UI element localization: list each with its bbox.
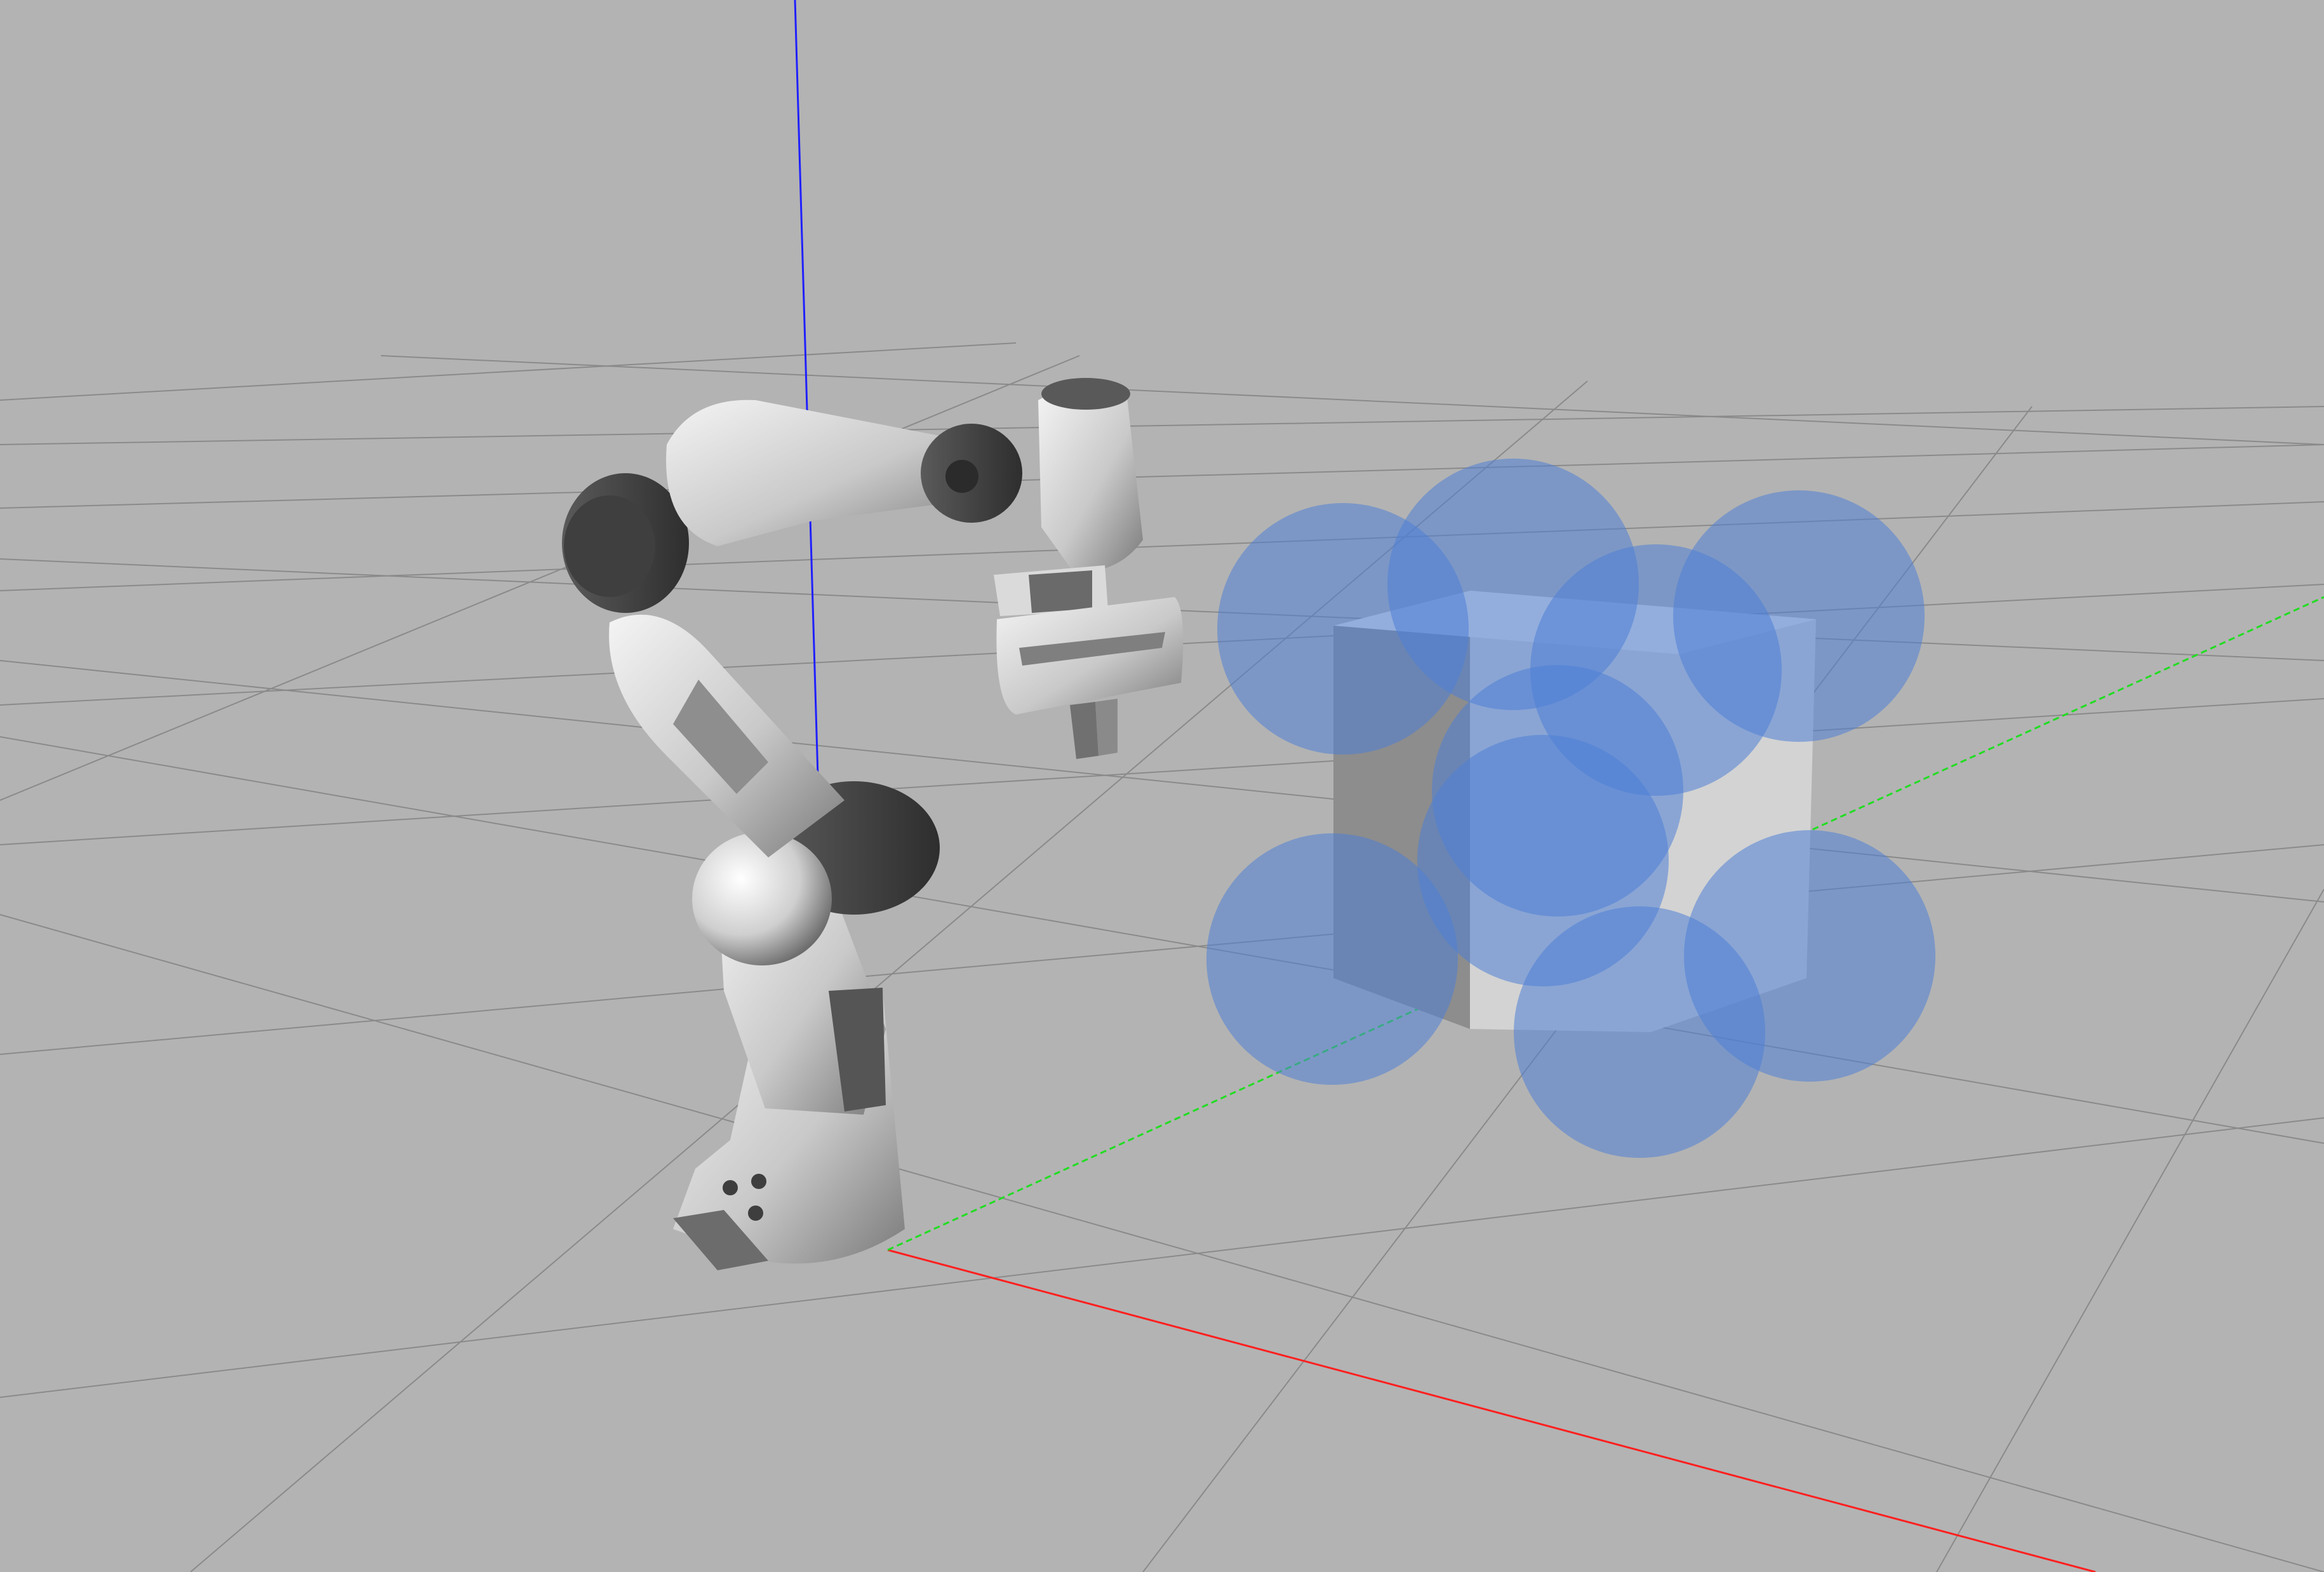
robot-joint-wrist-bolt <box>945 460 978 493</box>
connector-port <box>751 1174 766 1189</box>
grid-line <box>0 342 1017 401</box>
connector-port <box>723 1180 738 1195</box>
robot-joint-elbow-cap <box>692 832 832 965</box>
robot-arm[interactable] <box>562 378 1184 1270</box>
gripper-finger-left <box>1070 702 1099 759</box>
robot-joint-shoulder-cap <box>564 495 655 597</box>
grid-line <box>0 355 1080 801</box>
collision-spheres[interactable] <box>1206 459 1935 1158</box>
grid-line <box>1936 889 2324 1572</box>
grid-line <box>0 698 2324 845</box>
collision-sphere[interactable] <box>1206 833 1458 1085</box>
grid-line <box>0 660 2324 903</box>
collision-sphere[interactable] <box>1514 906 1765 1158</box>
grid-line <box>0 844 2324 1055</box>
floor-grid <box>0 342 2324 1572</box>
grid-line <box>0 406 2324 445</box>
robot-wrist-top <box>1041 378 1130 410</box>
scene-viewport[interactable] <box>0 0 2324 1572</box>
grid-line <box>380 355 2324 445</box>
gripper-finger-right <box>1095 699 1118 756</box>
robot-flange-camera <box>1029 570 1092 613</box>
x-axis-line <box>887 1249 2096 1572</box>
robot-link-wrist <box>1038 388 1143 572</box>
grid-line <box>0 736 2324 1144</box>
grid-line <box>0 914 2324 1572</box>
scene-canvas[interactable] <box>0 0 2324 1572</box>
grid-line <box>0 501 2324 591</box>
connector-port <box>748 1206 763 1221</box>
grid-line <box>0 1117 2324 1398</box>
grid-line <box>0 444 2324 509</box>
